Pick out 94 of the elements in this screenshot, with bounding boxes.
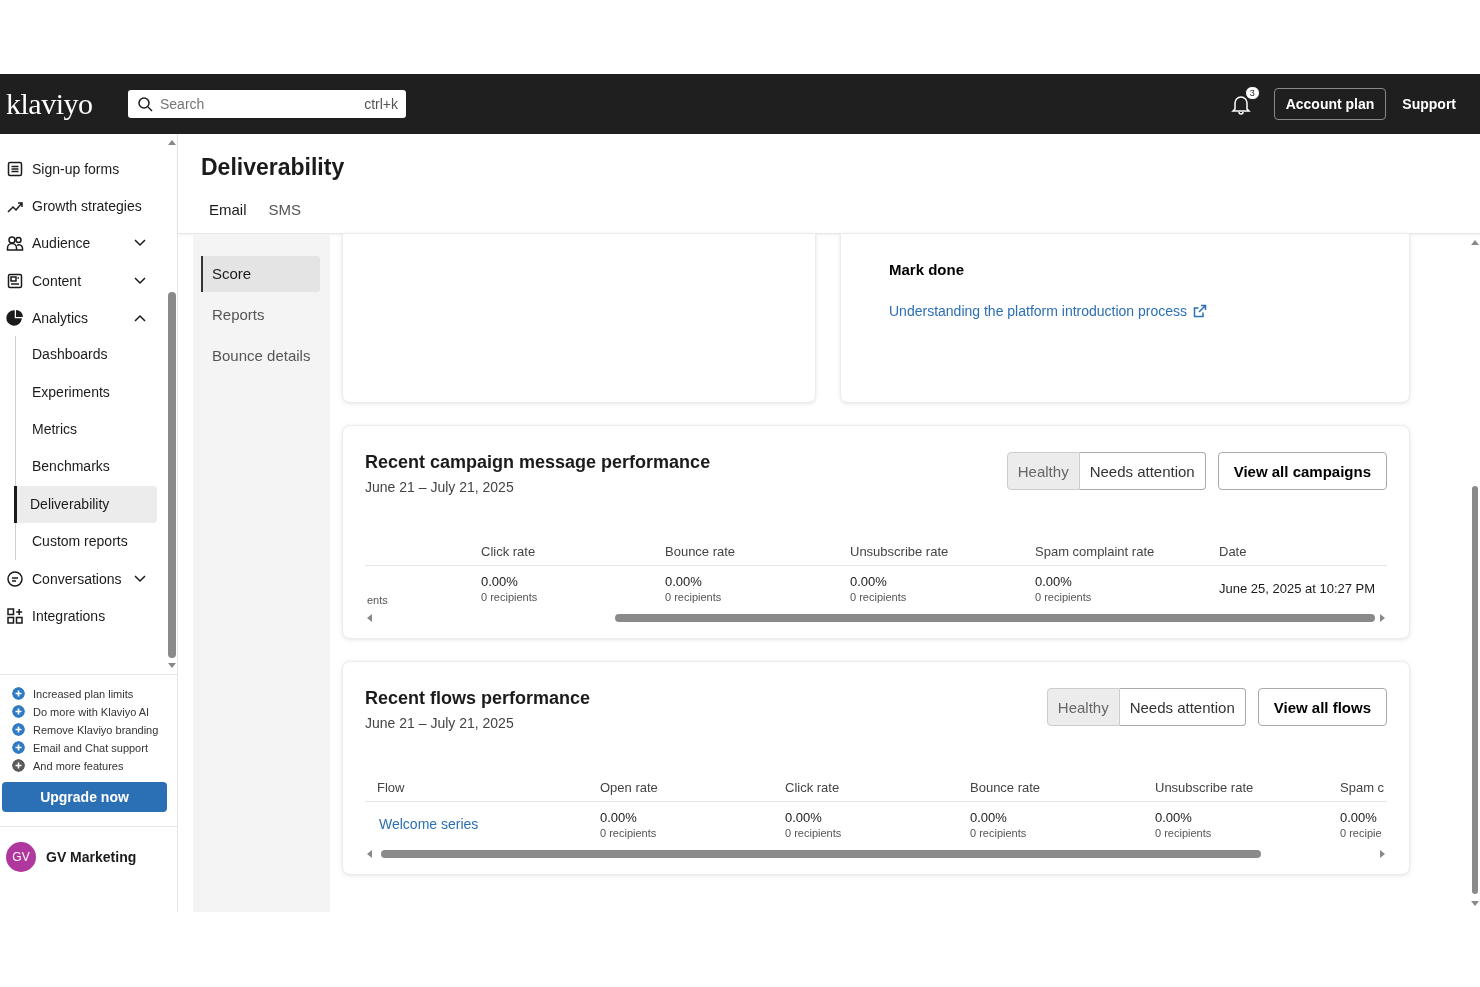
- scroll-right-icon: [1379, 613, 1387, 623]
- scroll-right-icon: [1379, 849, 1387, 859]
- scroll-up-icon: [1470, 238, 1480, 246]
- logo[interactable]: klaviyo: [6, 87, 128, 121]
- sidebar-subitem[interactable]: Dashboards: [16, 336, 157, 374]
- sidebar-subitem[interactable]: Custom reports: [16, 522, 157, 561]
- external-link-icon: [1193, 304, 1208, 318]
- date-range: June 21 – July 21, 2025: [365, 715, 515, 731]
- rate-value: 0.00%: [850, 573, 888, 589]
- filter-toggle[interactable]: Healthy: [1046, 688, 1120, 726]
- column-header: Unsubscribe rate: [1154, 779, 1255, 795]
- section-title: Recent campaign message performance: [365, 452, 712, 473]
- support-button[interactable]: Support: [1390, 88, 1468, 120]
- search-icon: [137, 96, 153, 112]
- recipient-count: 0 recipients: [481, 590, 539, 603]
- sidebar-item[interactable]: Content: [0, 261, 167, 300]
- sidebar-item[interactable]: Analytics: [0, 299, 167, 337]
- feature-text: Email and Chat support: [33, 741, 148, 754]
- sidebar-item[interactable]: Sign-up forms: [0, 150, 167, 188]
- recipient-count: 0 recipients: [970, 826, 1028, 839]
- scroll-down-icon: [1470, 900, 1480, 908]
- recipient-count: 0 recipients: [850, 590, 908, 603]
- rate-value: 0.00%: [481, 573, 519, 589]
- document-icon: [6, 271, 24, 290]
- sidebar-subitem[interactable]: Metrics: [16, 411, 157, 449]
- scroll-left-icon: [365, 613, 373, 623]
- sidebar-item[interactable]: Audience: [0, 224, 167, 262]
- filter-toggle[interactable]: Healthy: [1006, 452, 1080, 490]
- rate-value: 0.00%: [1340, 809, 1378, 825]
- account-plan-button[interactable]: Account plan: [1273, 88, 1387, 120]
- sidebar-subitem[interactable]: Experiments: [16, 373, 157, 412]
- recipient-count: 0 recipients: [1155, 826, 1213, 839]
- feature-text: Increased plan limits: [33, 687, 134, 700]
- column-header: Spam c: [1339, 779, 1386, 795]
- rate-value: 0.00%: [785, 809, 823, 825]
- table-cell-text: June 25, 2025 at 10:27 PM: [1218, 580, 1377, 596]
- subnav-item[interactable]: Reports: [201, 297, 320, 333]
- date-range: June 21 – July 21, 2025: [365, 479, 515, 495]
- recipient-count: 0 recipients: [785, 826, 843, 839]
- chat-bubble-icon: [6, 569, 24, 588]
- column-header: Unsubscribe rate: [849, 543, 950, 559]
- pie-chart-icon: [6, 308, 24, 327]
- rate-value: 0.00%: [665, 573, 703, 589]
- column-header: Date: [1218, 543, 1248, 559]
- horizontal-scrollbar[interactable]: [365, 848, 1387, 860]
- column-header: Spam complaint rate: [1034, 543, 1156, 559]
- feature-text: And more features: [33, 759, 124, 772]
- avatar[interactable]: GV: [6, 842, 36, 872]
- sidebar-subitem[interactable]: Deliverability: [14, 485, 157, 523]
- sidebar-item[interactable]: Conversations: [0, 560, 167, 598]
- section-title: Recent flows performance: [365, 688, 592, 709]
- recipient-count: 0 recipients: [1035, 590, 1093, 603]
- recipient-count: 0 recipie: [1340, 826, 1383, 839]
- column-header: Click rate: [480, 543, 537, 559]
- upgrade-button[interactable]: Upgrade now: [2, 782, 167, 812]
- scroll-left-icon: [365, 849, 373, 859]
- column-header: Open rate: [599, 779, 659, 795]
- page-title: Deliverability: [201, 154, 346, 181]
- recipient-count: 0 recipients: [600, 826, 658, 839]
- filter-toggle[interactable]: Needs attention: [1119, 688, 1246, 726]
- rate-value: 0.00%: [1155, 809, 1193, 825]
- rate-value: 0.00%: [970, 809, 1008, 825]
- table-cell-text: ents: [366, 594, 389, 608]
- column-header: Bounce rate: [664, 543, 737, 559]
- subnav-item[interactable]: Bounce details: [201, 338, 320, 374]
- bell-icon: [1229, 93, 1252, 115]
- scroll-down-icon: [167, 662, 177, 670]
- view-all-button[interactable]: View all flows: [1257, 688, 1387, 726]
- column-header: Flow: [376, 779, 406, 795]
- account-name: GV Marketing: [46, 849, 137, 865]
- help-link[interactable]: Understanding the platform introduction process: [889, 303, 1208, 319]
- grid-icon: [6, 607, 24, 626]
- notification-badge: 3: [1244, 86, 1260, 100]
- recipient-count: 0 recipients: [665, 590, 723, 603]
- scroll-up-icon: [167, 138, 177, 146]
- people-icon: [6, 234, 24, 253]
- column-header: Click rate: [784, 779, 841, 795]
- column-header: Bounce rate: [969, 779, 1042, 795]
- rate-value: 0.00%: [1035, 573, 1073, 589]
- subnav-item[interactable]: Score: [201, 256, 320, 292]
- sidebar-subitem[interactable]: Benchmarks: [16, 448, 157, 486]
- horizontal-scrollbar[interactable]: [365, 612, 1387, 624]
- rate-value: 0.00%: [600, 809, 638, 825]
- feature-text: Remove Klaviyo branding: [33, 723, 159, 736]
- view-all-button[interactable]: View all campaigns: [1217, 452, 1387, 490]
- tab[interactable]: SMS: [260, 201, 310, 237]
- shortcut-hint: ctrl+k: [364, 96, 398, 112]
- filter-toggle[interactable]: Needs attention: [1079, 452, 1206, 490]
- mark-done-button[interactable]: Mark done: [889, 256, 964, 283]
- flow-link[interactable]: Welcome series: [367, 816, 479, 832]
- list-icon: [6, 159, 24, 178]
- sidebar-item[interactable]: Integrations: [0, 597, 167, 635]
- sidebar-item[interactable]: Growth strategies: [0, 187, 167, 225]
- feature-text: Do more with Klaviyo AI: [33, 705, 150, 718]
